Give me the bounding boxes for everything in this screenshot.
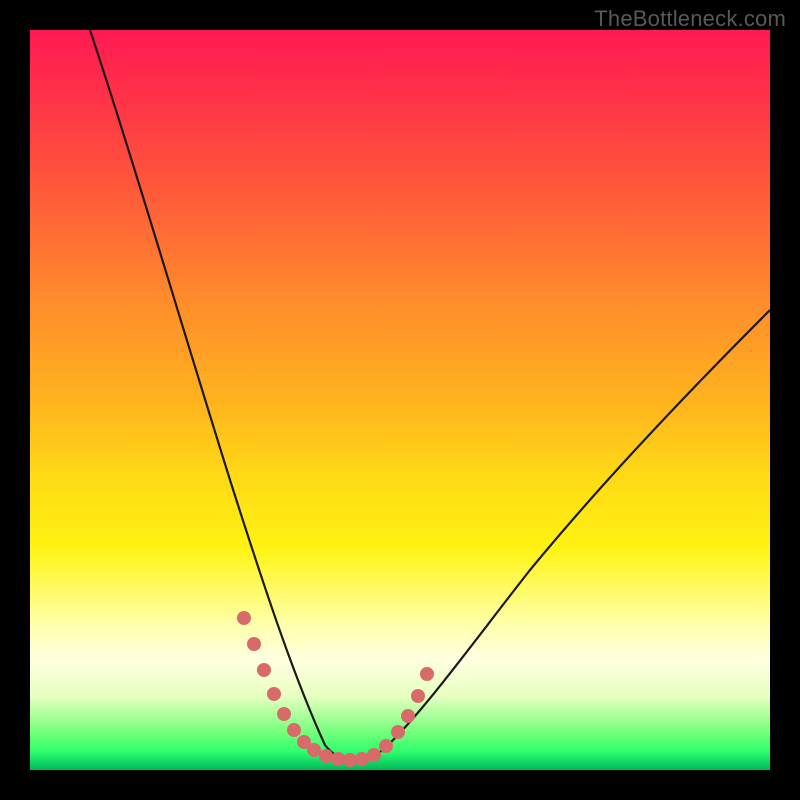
valley-dots-left [237, 611, 321, 757]
curve-layer [30, 30, 770, 770]
bottleneck-curve [90, 30, 770, 760]
chart-frame: TheBottleneck.com [0, 0, 800, 800]
valley-dots-bottom [319, 748, 381, 767]
watermark-text: TheBottleneck.com [594, 6, 786, 32]
valley-dots-right [379, 667, 434, 753]
